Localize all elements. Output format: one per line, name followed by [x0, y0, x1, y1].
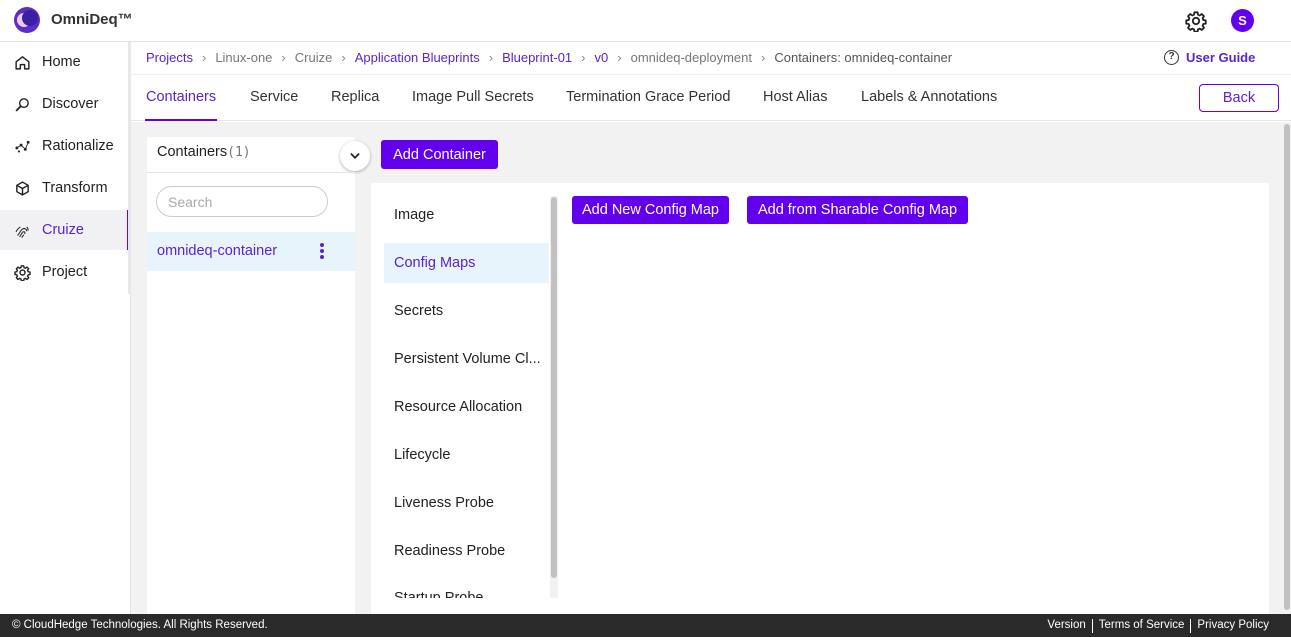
sidebar-item-label: Home [42, 54, 81, 70]
sidebar-item-discover[interactable]: Discover [0, 84, 130, 124]
footer-link-privacy[interactable]: Privacy Policy [1191, 619, 1275, 633]
footer-link-version[interactable]: Version [1041, 619, 1091, 633]
section-resource-allocation[interactable]: Resource Allocation [384, 387, 549, 427]
breadcrumb-version[interactable]: v0 [595, 50, 609, 65]
footer-links: Version Terms of Service Privacy Policy [1041, 619, 1275, 633]
container-search-input[interactable] [156, 186, 328, 217]
section-secrets[interactable]: Secrets [384, 291, 549, 331]
section-config-maps[interactable]: Config Maps [384, 243, 549, 283]
brand-name: OmniDeq™ [51, 11, 133, 28]
tab-labels-annotations[interactable]: Labels & Annotations [861, 89, 997, 105]
sidebar: Home Discover Rationalize Transform Crui… [0, 42, 131, 614]
user-avatar[interactable]: S [1231, 9, 1254, 32]
fingerprint-icon [15, 225, 29, 238]
tab-bar: Containers Service Replica Image Pull Se… [131, 74, 1291, 121]
page-scrollbar-thumb[interactable] [1284, 124, 1290, 610]
add-new-config-map-button[interactable]: Add New Config Map [572, 196, 729, 224]
breadcrumb-chevron-icon: › [341, 50, 346, 65]
help-circle-icon: ? [1164, 50, 1179, 65]
breadcrumb-chevron-icon: › [201, 50, 207, 65]
breadcrumb-chevron-icon: › [488, 50, 494, 65]
panel-divider [147, 172, 355, 173]
sidebar-item-label: Discover [42, 96, 99, 112]
footer-link-terms[interactable]: Terms of Service [1093, 619, 1191, 633]
more-vertical-icon[interactable] [319, 242, 325, 260]
breadcrumb-chevron-icon: › [581, 50, 586, 65]
breadcrumb-linux-one: Linux-one [215, 50, 273, 65]
sidebar-item-cruize[interactable]: Cruize [0, 210, 130, 250]
section-list: Image Config Maps Secrets Persistent Vol… [384, 191, 550, 598]
containers-count: (1) [227, 145, 251, 160]
section-list-scrollbar-thumb[interactable] [551, 197, 557, 578]
sidebar-item-transform[interactable]: Transform [0, 168, 130, 208]
gear-icon [14, 264, 31, 281]
settings-gear-icon[interactable] [1185, 10, 1207, 32]
page-scrollbar[interactable] [1283, 122, 1291, 614]
tab-service[interactable]: Service [250, 89, 298, 105]
breadcrumb-cruize: Cruize [294, 50, 333, 65]
container-name: omnideq-container [157, 243, 278, 259]
section-persistent-volume-claims[interactable]: Persistent Volume Cl... [384, 339, 549, 379]
chevron-down-icon [350, 153, 360, 159]
sidebar-item-label: Transform [42, 180, 108, 196]
breadcrumb-blueprint[interactable]: Blueprint-01 [502, 50, 572, 65]
sidebar-item-rationalize[interactable]: Rationalize [0, 126, 130, 166]
footer: © CloudHedge Technologies. All Rights Re… [0, 614, 1291, 637]
tab-containers[interactable]: Containers [146, 89, 216, 105]
sidebar-item-project[interactable]: Project [0, 252, 130, 292]
add-container-button[interactable]: Add Container [381, 140, 498, 169]
breadcrumb: Projects › Linux-one › Cruize › Applicat… [146, 50, 952, 65]
breadcrumb-deployment: omnideq-deployment [630, 50, 752, 65]
add-sharable-config-map-button[interactable]: Add from Sharable Config Map [747, 196, 968, 224]
magnifier-icon [15, 97, 29, 112]
sidebar-item-label: Rationalize [42, 138, 114, 154]
omnideq-logo-icon[interactable] [14, 7, 40, 33]
section-readiness-probe[interactable]: Readiness Probe [384, 531, 549, 571]
active-tab-indicator [145, 119, 217, 121]
section-image[interactable]: Image [384, 195, 549, 235]
containers-title-label: Containers [157, 144, 228, 160]
tab-termination-grace-period[interactable]: Termination Grace Period [566, 89, 730, 105]
container-list-item[interactable]: omnideq-container [147, 232, 355, 271]
breadcrumb-chevron-icon: › [281, 50, 286, 65]
breadcrumb-current: Containers: omnideq-container [774, 50, 953, 65]
home-icon [15, 55, 30, 70]
breadcrumb-projects[interactable]: Projects [146, 50, 193, 65]
tab-image-pull-secrets[interactable]: Image Pull Secrets [412, 89, 534, 105]
copyright-text: © CloudHedge Technologies. All Rights Re… [12, 619, 268, 631]
sidebar-item-home[interactable]: Home [0, 42, 130, 82]
top-bar: OmniDeq™ S [0, 0, 1291, 42]
breadcrumb-chevron-icon: › [617, 50, 622, 65]
section-lifecycle[interactable]: Lifecycle [384, 435, 549, 475]
section-startup-probe[interactable]: Startup Probe [384, 578, 549, 598]
collapse-toggle-button[interactable] [340, 141, 370, 171]
breadcrumb-application-blueprints[interactable]: Application Blueprints [355, 50, 480, 65]
back-button[interactable]: Back [1199, 84, 1279, 112]
sidebar-item-label: Project [42, 264, 88, 280]
sidebar-item-label: Cruize [42, 222, 84, 238]
section-liveness-probe[interactable]: Liveness Probe [384, 483, 549, 523]
containers-panel-title: Containers(1) [157, 144, 251, 160]
user-guide-link[interactable]: ? User Guide [1164, 50, 1255, 65]
scatter-icon [15, 140, 30, 153]
breadcrumb-chevron-icon: › [761, 50, 766, 65]
user-guide-label: User Guide [1186, 50, 1256, 65]
tab-replica[interactable]: Replica [331, 89, 379, 105]
tab-host-alias[interactable]: Host Alias [763, 89, 827, 105]
cube-icon [16, 180, 29, 196]
